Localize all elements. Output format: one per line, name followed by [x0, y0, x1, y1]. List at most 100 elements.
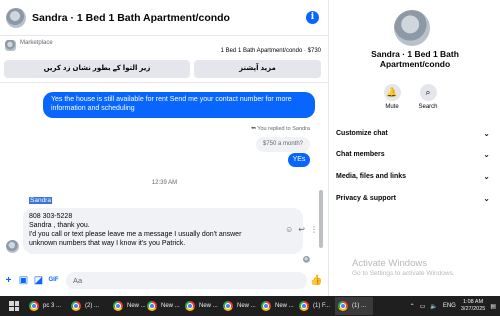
message-line: 808 303-5228: [29, 213, 73, 220]
taskbar-item-label: (1) F...: [313, 303, 331, 309]
search-button[interactable]: ⌕ Search: [408, 84, 448, 110]
language-indicator[interactable]: ENG: [443, 303, 456, 309]
sender-name: Sandra: [29, 197, 52, 204]
quoted-message[interactable]: $750 a month?: [255, 137, 310, 152]
taskbar-item-active[interactable]: (1) ...: [335, 297, 373, 315]
taskbar-item[interactable]: New ...: [182, 297, 220, 315]
gif-icon[interactable]: GIF: [48, 275, 59, 286]
outgoing-message[interactable]: Yes the house is still available for ren…: [43, 92, 315, 118]
chevron-up-icon[interactable]: ⌃: [410, 303, 415, 310]
taskbar-item-label: (2) ...: [85, 303, 100, 309]
replied-note-text: You replied to Sandra: [257, 126, 310, 132]
outgoing-message[interactable]: YEs: [288, 153, 310, 167]
network-icon[interactable]: ▭: [420, 303, 426, 310]
chrome-icon: [29, 301, 39, 311]
windows-start-icon[interactable]: [9, 301, 19, 311]
mute-button[interactable]: 🔔 Mute: [372, 84, 412, 110]
contact-name: Sandra · 1 Bed 1 Bath Apartment/condo: [330, 49, 500, 69]
image-icon[interactable]: ▣: [18, 275, 29, 286]
chat-pane: Sandra · 1 Bed 1 Bath Apartment/condo i …: [0, 0, 329, 296]
message-actions: ☺ ↩ ⋮: [285, 225, 318, 234]
chrome-icon: [223, 301, 233, 311]
sender-avatar[interactable]: [6, 240, 19, 253]
clock[interactable]: 1:08 AM 3/27/2025: [461, 299, 485, 313]
contact-name-line: Sandra · 1 Bed 1 Bath: [371, 49, 459, 59]
message-line: Sandra , thank you.: [29, 222, 90, 229]
chat-header: Sandra · 1 Bed 1 Bath Apartment/condo i: [0, 0, 329, 36]
bell-icon: 🔔: [383, 84, 401, 101]
menu-label: Media, files and links: [336, 173, 407, 180]
message-line: unknown numbers that way I know it's you…: [29, 240, 186, 247]
chrome-icon: [185, 301, 195, 311]
chat-title[interactable]: Sandra · 1 Bed 1 Bath Apartment/condo: [32, 12, 230, 24]
taskbar: pc 3 ... (2) ... New ... New ... New ...…: [0, 296, 500, 316]
notification-icon[interactable]: ▤: [490, 303, 496, 310]
taskbar-item[interactable]: New ...: [144, 297, 182, 315]
chevron-down-icon: ⌄: [483, 129, 490, 138]
more-options-button[interactable]: مزید آپشنز: [194, 60, 321, 78]
chrome-icon: [338, 301, 348, 311]
message-line: I'd you call or text please leave me a m…: [29, 231, 242, 238]
sticker-icon[interactable]: ◪: [33, 275, 44, 286]
taskbar-item[interactable]: (1) F...: [296, 297, 334, 315]
taskbar-item-label: pc 3 ...: [43, 303, 62, 309]
taskbar-item[interactable]: (2) ...: [68, 297, 108, 315]
search-icon: ⌕: [419, 84, 437, 101]
chrome-icon: [113, 301, 123, 311]
incoming-message[interactable]: 808 303-5228 Sandra , thank you. I'd you…: [23, 208, 303, 254]
taskbar-item[interactable]: New ...: [258, 297, 296, 315]
chevron-down-icon: ⌄: [483, 172, 490, 181]
plus-icon[interactable]: +: [3, 275, 14, 286]
clock-time: 1:08 AM: [463, 299, 484, 305]
more-icon[interactable]: ⋮: [310, 225, 318, 234]
thumbs-up-icon[interactable]: 👍: [310, 275, 322, 286]
menu-privacy-support[interactable]: Privacy & support ⌄: [336, 192, 494, 206]
taskbar-item[interactable]: New ...: [220, 297, 258, 315]
composer: + ▣ ◪ GIF 👍: [0, 266, 329, 296]
activation-watermark-subtitle: Go to Settings to activate Windows.: [352, 270, 455, 277]
info-icon[interactable]: i: [306, 11, 319, 24]
react-icon[interactable]: ☺: [285, 225, 293, 234]
menu-media-files-links[interactable]: Media, files and links ⌄: [336, 170, 494, 184]
contact-name-line: Apartment/condo: [379, 59, 451, 69]
taskbar-item-label: New ...: [127, 303, 146, 309]
activation-watermark-title: Activate Windows: [352, 258, 427, 269]
chrome-icon: [147, 301, 157, 311]
chrome-icon: [299, 301, 309, 311]
mute-label: Mute: [385, 104, 399, 110]
reply-icon[interactable]: ↩: [298, 225, 305, 234]
menu-label: Chat members: [336, 151, 385, 158]
message-timestamp: 12:39 AM: [151, 180, 178, 186]
marketplace-label: Marketplace: [20, 40, 53, 46]
chrome-icon: [261, 301, 271, 311]
chevron-down-icon: ⌄: [483, 194, 490, 203]
search-label: Search: [418, 104, 438, 110]
scrollbar-thumb[interactable]: [319, 190, 323, 248]
clock-date: 3/27/2025: [460, 306, 486, 312]
taskbar-item-label: New ...: [237, 303, 256, 309]
message-input[interactable]: [66, 272, 307, 289]
taskbar-item-label: (1) ...: [352, 303, 367, 309]
taskbar-item[interactable]: pc 3 ...: [26, 297, 66, 315]
menu-label: Privacy & support: [336, 195, 396, 202]
contact-avatar-large[interactable]: [394, 10, 430, 46]
taskbar-item-label: New ...: [199, 303, 218, 309]
system-tray: ⌃ ▭ 🔈 ENG 1:08 AM 3/27/2025 ▤: [410, 296, 496, 316]
messenger-window: Sandra · 1 Bed 1 Bath Apartment/condo i …: [0, 0, 500, 296]
seen-avatar: [303, 256, 310, 263]
menu-customize-chat[interactable]: Customize chat ⌄: [336, 127, 494, 141]
chrome-icon: [71, 301, 81, 311]
contact-avatar[interactable]: [6, 7, 26, 28]
replied-note: ⮪ You replied to Sandra: [251, 126, 310, 133]
chevron-down-icon: ⌄: [483, 150, 490, 159]
volume-icon[interactable]: 🔈: [430, 303, 437, 310]
marketplace-banner: Marketplace 1 Bed 1 Bath Apartment/condo…: [0, 36, 329, 83]
info-pane: Sandra · 1 Bed 1 Bath Apartment/condo 🔔 …: [330, 0, 500, 296]
listing-title[interactable]: 1 Bed 1 Bath Apartment/condo · $730: [221, 48, 321, 54]
mark-pending-button[interactable]: زیر التوا کے بطور نشان زد کریں: [4, 60, 190, 78]
taskbar-item-label: New ...: [275, 303, 294, 309]
menu-chat-members[interactable]: Chat members ⌄: [336, 148, 494, 162]
menu-label: Customize chat: [336, 130, 388, 137]
listing-thumbnail[interactable]: [5, 40, 16, 51]
taskbar-item-label: New ...: [161, 303, 180, 309]
